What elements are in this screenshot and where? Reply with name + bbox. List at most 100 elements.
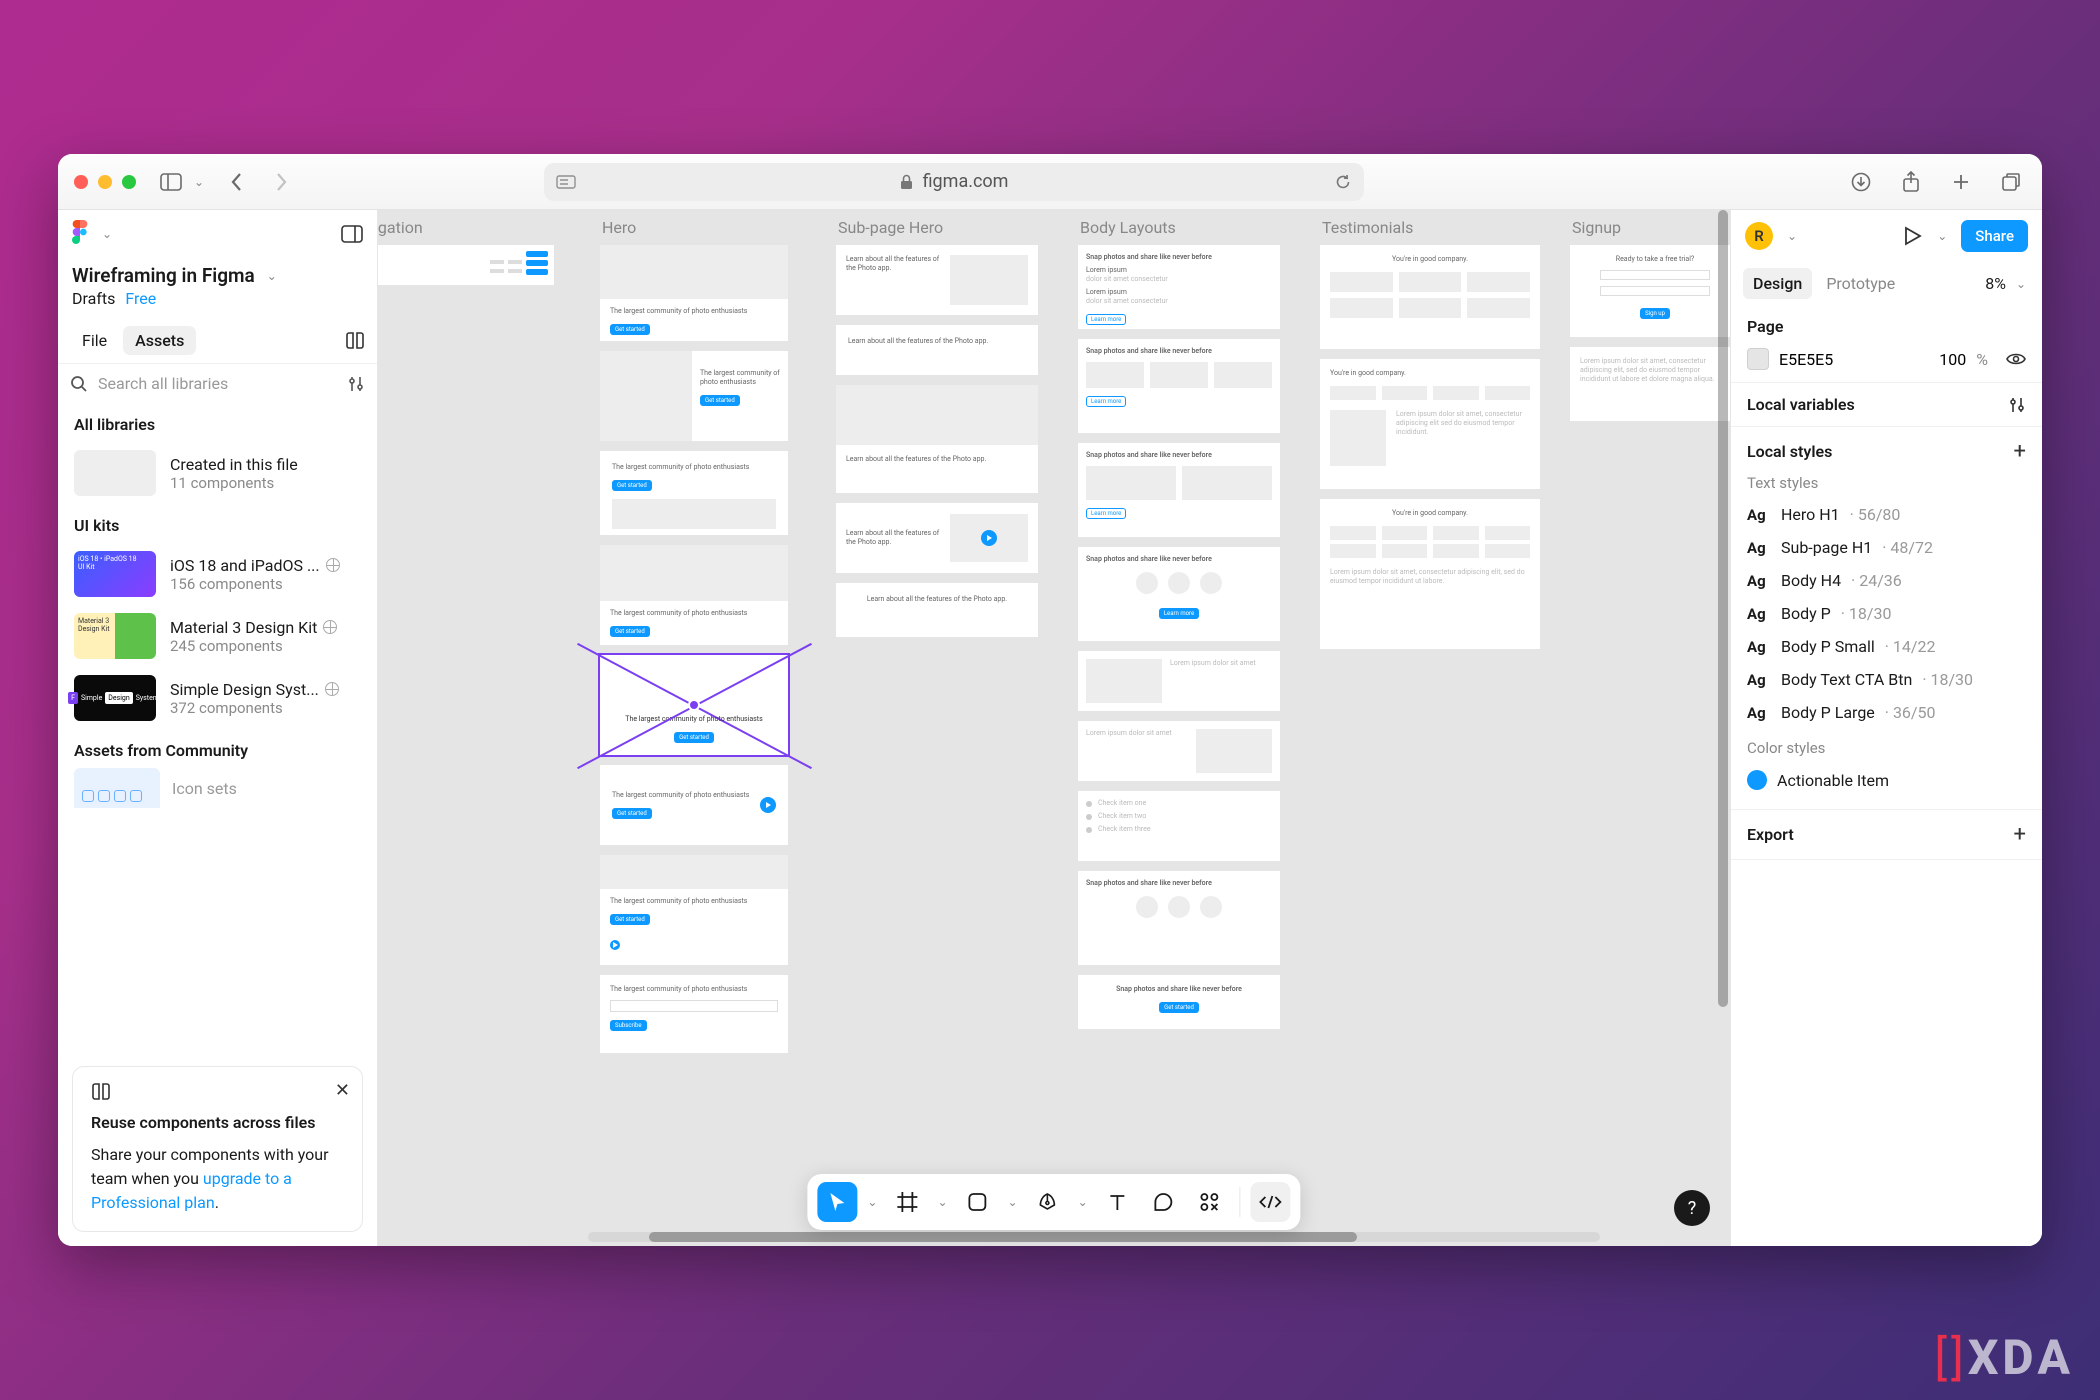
maximize-window[interactable] [122, 175, 136, 189]
library-ios[interactable]: iOS 18 and iPadOS ... 156 components [58, 543, 377, 605]
share-button[interactable]: Share [1961, 220, 2028, 252]
collapse-panel-icon[interactable] [341, 225, 363, 243]
search-input[interactable] [98, 374, 337, 393]
library-icon[interactable] [345, 332, 365, 350]
section-signup: Signup [1570, 218, 1730, 237]
zoom-control[interactable]: 8%⌄ [1985, 274, 2030, 293]
forward-button[interactable] [266, 167, 296, 197]
frame-hero[interactable]: The largest community of photo enthusias… [600, 245, 788, 341]
chevron-down-icon[interactable]: ⌄ [190, 175, 208, 189]
frame-body[interactable]: Snap photos and share like never before … [1078, 547, 1280, 641]
text-style-item[interactable]: AgHero H1· 56/80 [1747, 498, 2026, 531]
selection-handle[interactable] [688, 699, 700, 711]
variables-settings-icon[interactable] [2008, 396, 2026, 414]
frame-hero[interactable]: The largest community of photo enthusias… [600, 451, 788, 535]
text-tool[interactable] [1098, 1182, 1138, 1222]
chevron-down-icon[interactable]: ⌄ [263, 269, 281, 283]
frame-signup[interactable]: Lorem ipsum dolor sit amet, consectetur … [1570, 347, 1730, 421]
figma-logo-icon[interactable] [72, 220, 88, 248]
reload-icon[interactable] [1334, 173, 1352, 191]
frame-hero[interactable]: The largest community of photo enthusias… [600, 351, 788, 441]
community-thumb[interactable] [74, 768, 160, 808]
frame-body[interactable]: Snap photos and share like never before … [1078, 975, 1280, 1029]
frame-signup[interactable]: Ready to take a free trial? Sign up [1570, 245, 1730, 337]
pen-tool[interactable] [1028, 1182, 1068, 1222]
frame-tool[interactable] [887, 1182, 927, 1222]
sidebar-toggle-icon[interactable] [156, 167, 186, 197]
frame-hero[interactable]: The largest community of photo enthusias… [600, 545, 788, 645]
visibility-icon[interactable] [2006, 352, 2026, 366]
breadcrumb-free[interactable]: Free [125, 289, 156, 308]
library-created-in-file[interactable]: Created in this file 11 components [58, 442, 377, 504]
chevron-down-icon[interactable]: ⌄ [1004, 1195, 1022, 1209]
frame-hero[interactable]: The largest community of photo enthusias… [600, 975, 788, 1053]
back-button[interactable] [222, 167, 252, 197]
chevron-down-icon[interactable]: ⌄ [1933, 229, 1951, 243]
frame-body[interactable]: Snap photos and share like never before … [1078, 245, 1280, 329]
frame-subhero[interactable]: Learn about all the features of the Phot… [836, 385, 1038, 493]
frame-body[interactable]: Snap photos and share like never before … [1078, 339, 1280, 433]
frame-nav[interactable] [378, 245, 554, 285]
chevron-down-icon[interactable]: ⌄ [1074, 1195, 1092, 1209]
tab-prototype[interactable]: Prototype [1816, 268, 1905, 299]
frame-body[interactable]: Check item one Check item two Check item… [1078, 791, 1280, 861]
shape-tool[interactable] [958, 1182, 998, 1222]
library-simple[interactable]: F Simple Design System Simple Design Sys… [58, 667, 377, 729]
text-style-item[interactable]: AgBody P Small· 14/22 [1747, 630, 2026, 663]
frame-body[interactable]: Lorem ipsum dolor sit amet [1078, 721, 1280, 781]
frame-subhero[interactable]: Learn about all the features of the Phot… [836, 583, 1038, 637]
chevron-down-icon[interactable]: ⌄ [933, 1195, 951, 1209]
text-style-item[interactable]: AgBody P· 18/30 [1747, 597, 2026, 630]
text-style-item[interactable]: AgBody H4· 24/36 [1747, 564, 2026, 597]
tab-design[interactable]: Design [1743, 268, 1812, 299]
help-button[interactable]: ? [1674, 1190, 1710, 1226]
color-style-item[interactable]: Actionable Item [1747, 763, 2026, 797]
filter-icon[interactable] [347, 375, 365, 393]
tabs-icon[interactable] [1996, 167, 2026, 197]
text-style-item[interactable]: AgSub-page H1· 48/72 [1747, 531, 2026, 564]
frame-hero[interactable]: The largest community of photo enthusias… [600, 765, 788, 845]
tab-file[interactable]: File [70, 326, 119, 355]
close-icon[interactable]: ✕ [335, 1077, 350, 1104]
frame-subhero[interactable]: Learn about all the features of the Phot… [836, 245, 1038, 315]
frame-body[interactable]: Snap photos and share like never before [1078, 871, 1280, 965]
frame-subhero[interactable]: Learn about all the features of the Phot… [836, 325, 1038, 375]
page-color-value[interactable]: E5E5E5 [1779, 350, 1833, 369]
add-export-icon[interactable]: + [2014, 822, 2026, 847]
frame-hero[interactable]: The largest community of photo enthusias… [600, 855, 788, 965]
url-bar[interactable]: figma.com [544, 163, 1364, 201]
frame-subhero[interactable]: Learn about all the features of the Phot… [836, 503, 1038, 573]
chevron-down-icon[interactable]: ⌄ [98, 227, 116, 241]
close-window[interactable] [74, 175, 88, 189]
frame-body[interactable]: Lorem ipsum dolor sit amet [1078, 651, 1280, 711]
breadcrumb-drafts[interactable]: Drafts [72, 289, 115, 308]
avatar[interactable]: R [1745, 222, 1773, 250]
library-material[interactable]: Material 3 Design Kit 245 components [58, 605, 377, 667]
share-icon[interactable] [1896, 167, 1926, 197]
vertical-scrollbar[interactable] [1718, 210, 1728, 1232]
minimize-window[interactable] [98, 175, 112, 189]
page-color-swatch[interactable] [1747, 348, 1769, 370]
frame-hero-selected[interactable]: The largest community of photo enthusias… [600, 655, 788, 755]
move-tool[interactable] [817, 1182, 857, 1222]
canvas[interactable]: igation Hero The largest community of ph… [378, 210, 1730, 1246]
frame-testimonial[interactable]: You're in good company. [1320, 245, 1540, 349]
new-tab-icon[interactable] [1946, 167, 1976, 197]
frame-body[interactable]: Snap photos and share like never before … [1078, 443, 1280, 537]
add-style-icon[interactable]: + [2014, 439, 2026, 464]
chevron-down-icon[interactable]: ⌄ [1783, 229, 1801, 243]
frame-testimonial[interactable]: You're in good company. Lorem ipsum dolo… [1320, 499, 1540, 649]
frame-testimonial[interactable]: You're in good company. Lorem ipsum dolo… [1320, 359, 1540, 489]
download-icon[interactable] [1846, 167, 1876, 197]
dev-mode-toggle[interactable] [1251, 1182, 1291, 1222]
page-opacity[interactable]: 100 [1939, 350, 1966, 369]
text-style-item[interactable]: AgBody P Large· 36/50 [1747, 696, 2026, 729]
chevron-down-icon[interactable]: ⌄ [863, 1195, 881, 1209]
tab-assets[interactable]: Assets [123, 326, 196, 355]
present-icon[interactable] [1901, 225, 1923, 247]
comment-tool[interactable] [1144, 1182, 1184, 1222]
file-title[interactable]: Wireframing in Figma [72, 264, 255, 287]
actions-tool[interactable] [1190, 1182, 1230, 1222]
text-style-item[interactable]: AgBody Text CTA Btn· 18/30 [1747, 663, 2026, 696]
horizontal-scrollbar[interactable] [588, 1232, 1600, 1242]
